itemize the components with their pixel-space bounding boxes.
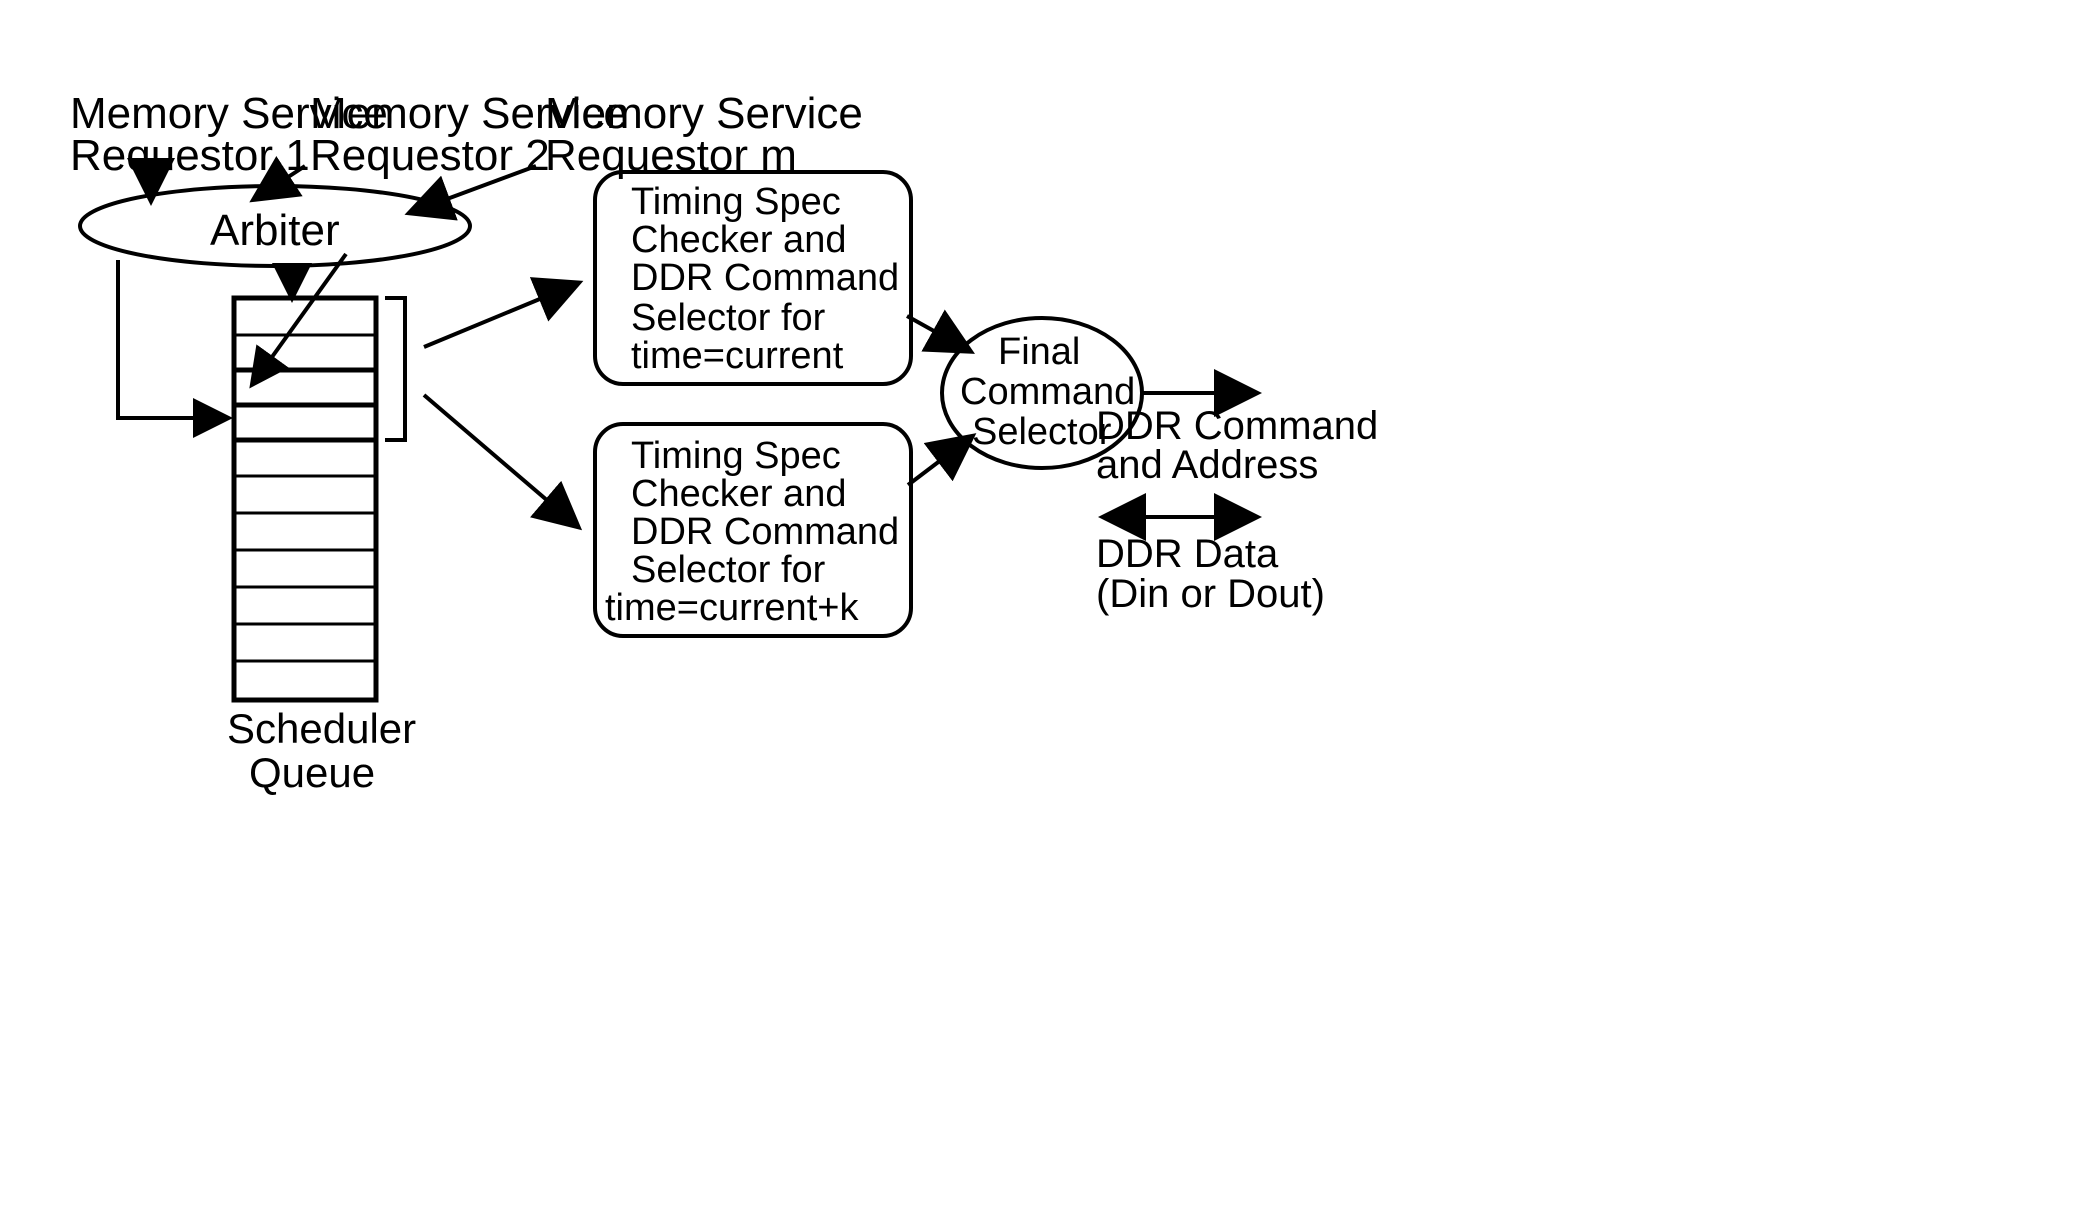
timing2-to-final-arrow [908,438,970,485]
ddr-cmd-label-line2: and Address [1096,441,1318,489]
arbiter-to-queue-arrow2 [254,254,346,382]
final-label-line1: Final [998,330,1080,376]
arbiter-label: Arbiter [210,205,340,258]
scheduler-label-line2: Queue [249,748,375,798]
timing2-label-line5: time=current+k [605,586,858,632]
arbiter-to-queue-arrow3 [118,260,225,418]
timing1-label-line5: time=current [631,334,843,380]
queue-to-timing1-arrow [424,284,576,347]
timing1-to-final-arrow [907,316,968,350]
requestor2-label-line2: Requestor 2 [310,130,550,183]
scheduler-queue-box [234,298,376,700]
final-label-line3: Selector [972,410,1111,456]
ddr-data-label-line2: (Din or Dout) [1096,570,1325,618]
requestorm-label-line2: Requestor m [545,130,797,183]
queue-to-timing2-arrow [424,395,576,525]
timing1-label-line3: DDR Command [631,256,899,302]
requestor1-label-line2: Requestor 1 [70,130,310,183]
scheduler-label-line1: Scheduler [227,704,416,754]
queue-bracket [385,298,405,440]
